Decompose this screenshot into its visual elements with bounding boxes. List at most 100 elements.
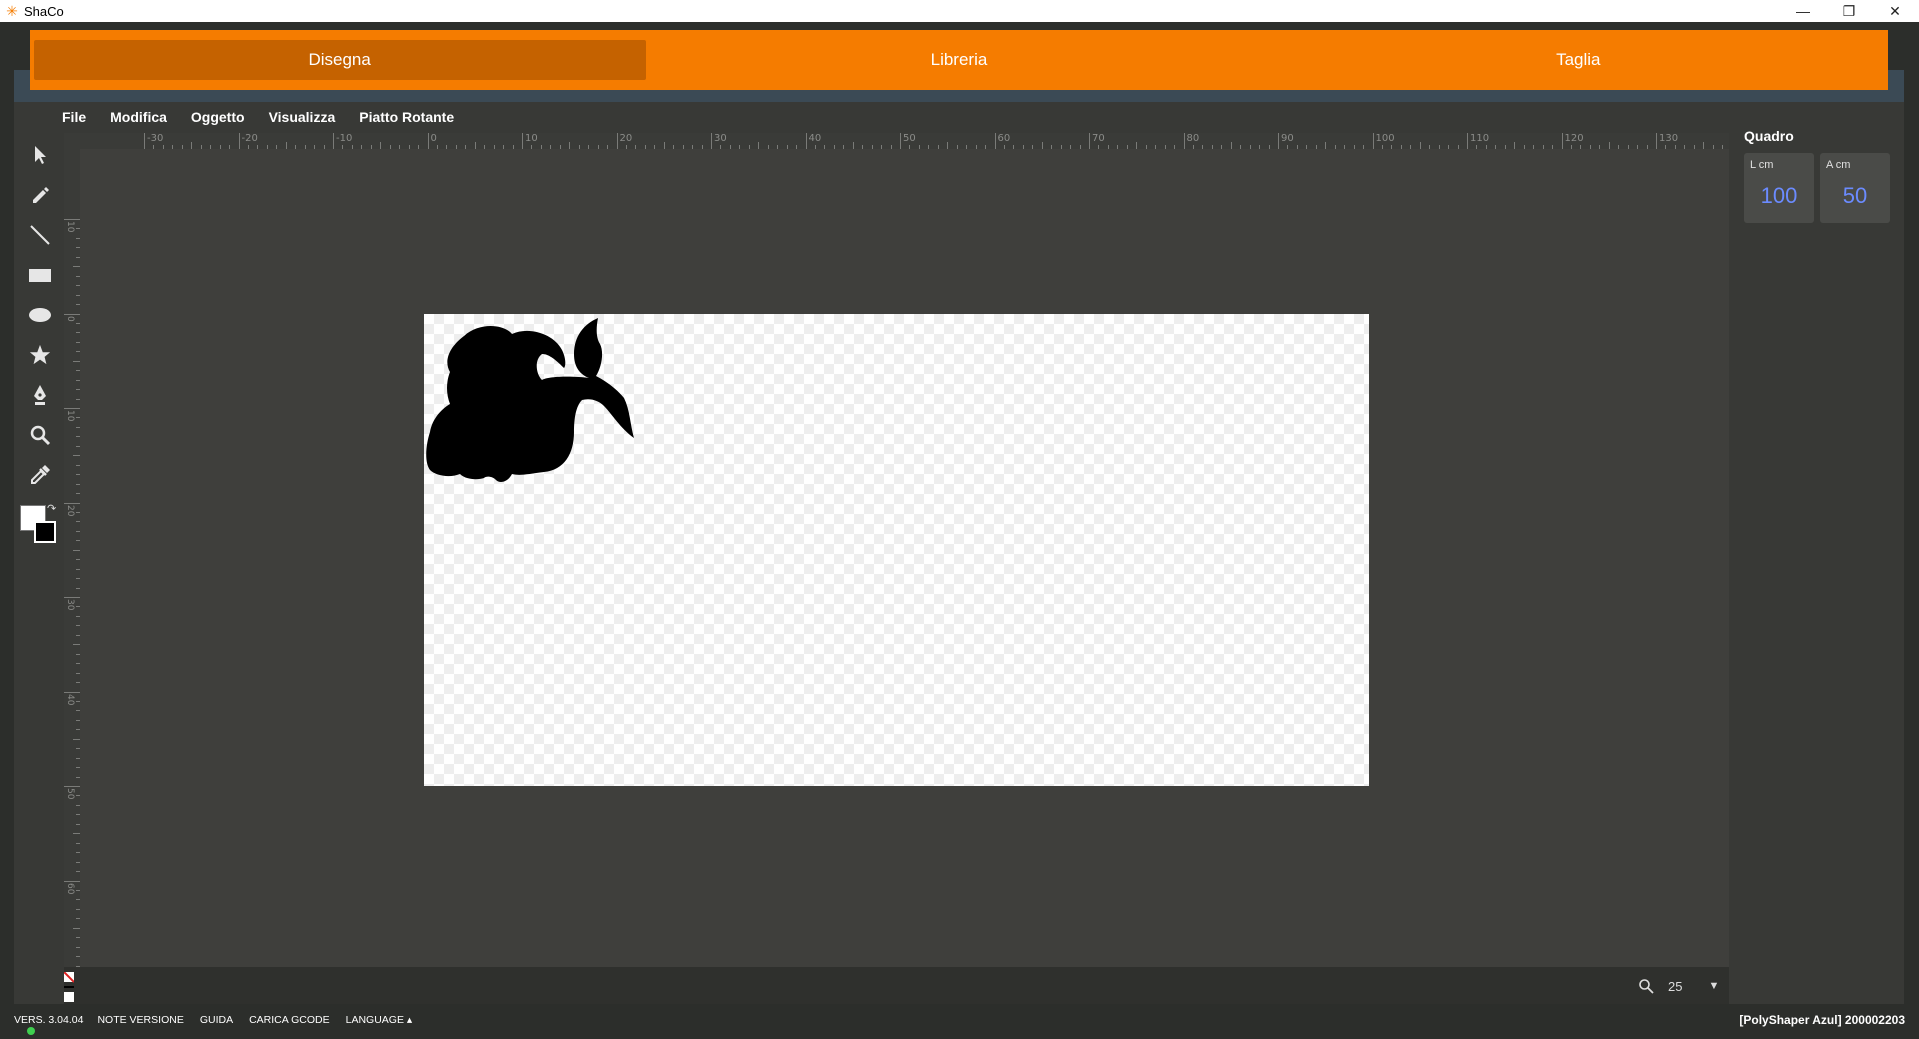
tab-libreria[interactable]: Libreria [653, 40, 1265, 80]
ruler-minor-tick [73, 549, 80, 551]
ruler-minor-tick [474, 142, 476, 149]
close-icon[interactable]: ✕ [1872, 0, 1918, 22]
ruler-major-tick [522, 133, 523, 149]
tab-disegna[interactable]: Disegna [33, 40, 646, 80]
menu-file[interactable]: File [62, 109, 86, 125]
height-field[interactable]: A cm 50 [1820, 153, 1890, 223]
ruler-label: 30 [65, 599, 75, 611]
line-icon[interactable] [20, 215, 60, 255]
menu-bar: File Modifica Oggetto Visualizza Piatto … [62, 104, 454, 130]
pen-nib-icon[interactable] [20, 375, 60, 415]
restore-icon[interactable]: ❐ [1826, 0, 1872, 22]
ruler-major-tick [64, 219, 80, 220]
ruler-minor-tick [73, 738, 80, 740]
ruler-minor-tick [73, 360, 80, 362]
zoom-control[interactable]: 25 ▼ [1638, 974, 1719, 998]
main-navigation: Disegna Libreria Taglia [30, 30, 1888, 90]
ruler-major-tick [1089, 133, 1090, 149]
rectangle-icon[interactable] [20, 255, 60, 295]
ruler-minor-tick [73, 455, 80, 457]
workpiece-board[interactable] [424, 314, 1369, 786]
tool-palette [20, 135, 60, 495]
width-value[interactable]: 100 [1744, 183, 1814, 209]
ruler-major-tick [1372, 133, 1374, 149]
zoom-value[interactable]: 25 [1668, 979, 1682, 994]
ruler-major-tick [1561, 133, 1563, 149]
canvas-bottom-bar [64, 967, 1729, 1004]
ruler-minor-tick [1608, 142, 1610, 149]
ruler-major-tick [616, 133, 618, 149]
stroke-color-swatch[interactable] [34, 521, 56, 543]
guide-link[interactable]: GUIDA [198, 1013, 235, 1027]
ruler-minor-tick [1703, 142, 1705, 149]
ruler-minor-tick [663, 142, 665, 149]
language-menu[interactable]: LANGUAGE ▴ [344, 1013, 415, 1027]
width-field[interactable]: L cm 100 [1744, 153, 1814, 223]
magnifier-icon[interactable] [20, 415, 60, 455]
layer-thumbnail[interactable] [64, 972, 74, 1002]
ruler-major-tick [238, 133, 240, 149]
menu-oggetto[interactable]: Oggetto [191, 109, 245, 125]
board-panel: Quadro L cm 100 A cm 50 [1744, 128, 1894, 223]
ruler-label: -30 [147, 133, 164, 144]
pointer-icon[interactable] [20, 135, 60, 175]
connection-status-dot [27, 1027, 35, 1035]
panel-title: Quadro [1744, 128, 1794, 144]
ruler-minor-tick [1514, 142, 1516, 149]
ruler-label: 110 [1470, 133, 1490, 144]
ruler-minor-tick [73, 644, 80, 646]
ruler-label: 10 [65, 410, 75, 422]
ruler-major-tick [711, 133, 712, 149]
width-label: L cm [1750, 159, 1774, 171]
eyedropper-icon[interactable] [20, 455, 60, 495]
ruler-major-tick [427, 133, 429, 149]
mermaid-silhouette[interactable] [424, 314, 684, 494]
ruler-major-tick [1656, 133, 1657, 149]
ruler-major-tick [64, 408, 80, 409]
ruler-major-tick [1278, 133, 1279, 149]
ruler-minor-tick [380, 142, 382, 149]
color-selector[interactable]: ↷ [20, 502, 60, 547]
menu-visualizza[interactable]: Visualizza [269, 109, 336, 125]
ruler-minor-tick [1136, 142, 1138, 149]
zoom-icon [1639, 979, 1654, 994]
star-icon[interactable] [20, 335, 60, 375]
chevron-down-icon[interactable]: ▼ [1708, 980, 1719, 992]
ruler-label: 30 [714, 133, 727, 144]
ruler-label: 0 [430, 133, 437, 144]
release-notes-link[interactable]: NOTE VERSIONE [95, 1013, 185, 1027]
ruler-minor-tick [569, 142, 571, 149]
minimize-icon[interactable]: — [1780, 0, 1826, 22]
ruler-major-tick [64, 786, 80, 787]
ruler-minor-tick [947, 142, 949, 149]
tab-taglia[interactable]: Taglia [1272, 40, 1884, 80]
ruler-major-tick [64, 313, 80, 315]
ellipse-icon[interactable] [20, 295, 60, 335]
ruler-label: -20 [241, 133, 258, 144]
machine-label: [PolyShaper Azul] 200002203 [1739, 1013, 1905, 1027]
ruler-label: 130 [1659, 133, 1679, 144]
menu-modifica[interactable]: Modifica [110, 109, 167, 125]
ruler-minor-tick [73, 266, 80, 268]
version-label: VERS. 3.04.04 [14, 1014, 84, 1026]
menu-piatto-rotante[interactable]: Piatto Rotante [359, 109, 454, 125]
vertical-ruler: 10 0 10 20 30 40 50 60 [64, 149, 80, 967]
pencil-icon[interactable] [20, 175, 60, 215]
ruler-major-tick [1467, 133, 1468, 149]
height-label: A cm [1826, 159, 1851, 171]
ruler-minor-tick [1230, 142, 1232, 149]
ruler-major-tick [64, 597, 80, 598]
status-bar: VERS. 3.04.04 NOTE VERSIONE GUIDA CARICA… [14, 1011, 414, 1029]
swap-colors-icon[interactable]: ↷ [47, 502, 56, 515]
ruler-major-tick [900, 133, 901, 149]
ruler-minor-tick [1041, 142, 1043, 149]
ruler-major-tick [64, 880, 80, 882]
app-logo-icon: ✳ [6, 2, 18, 19]
height-value[interactable]: 50 [1820, 183, 1890, 209]
ruler-major-tick [144, 133, 145, 149]
ruler-label: 40 [65, 693, 75, 705]
load-gcode-link[interactable]: CARICA GCODE [247, 1013, 332, 1027]
ruler-minor-tick [73, 833, 80, 835]
ruler-label: 80 [1186, 133, 1200, 144]
ruler-label: 60 [65, 882, 75, 894]
